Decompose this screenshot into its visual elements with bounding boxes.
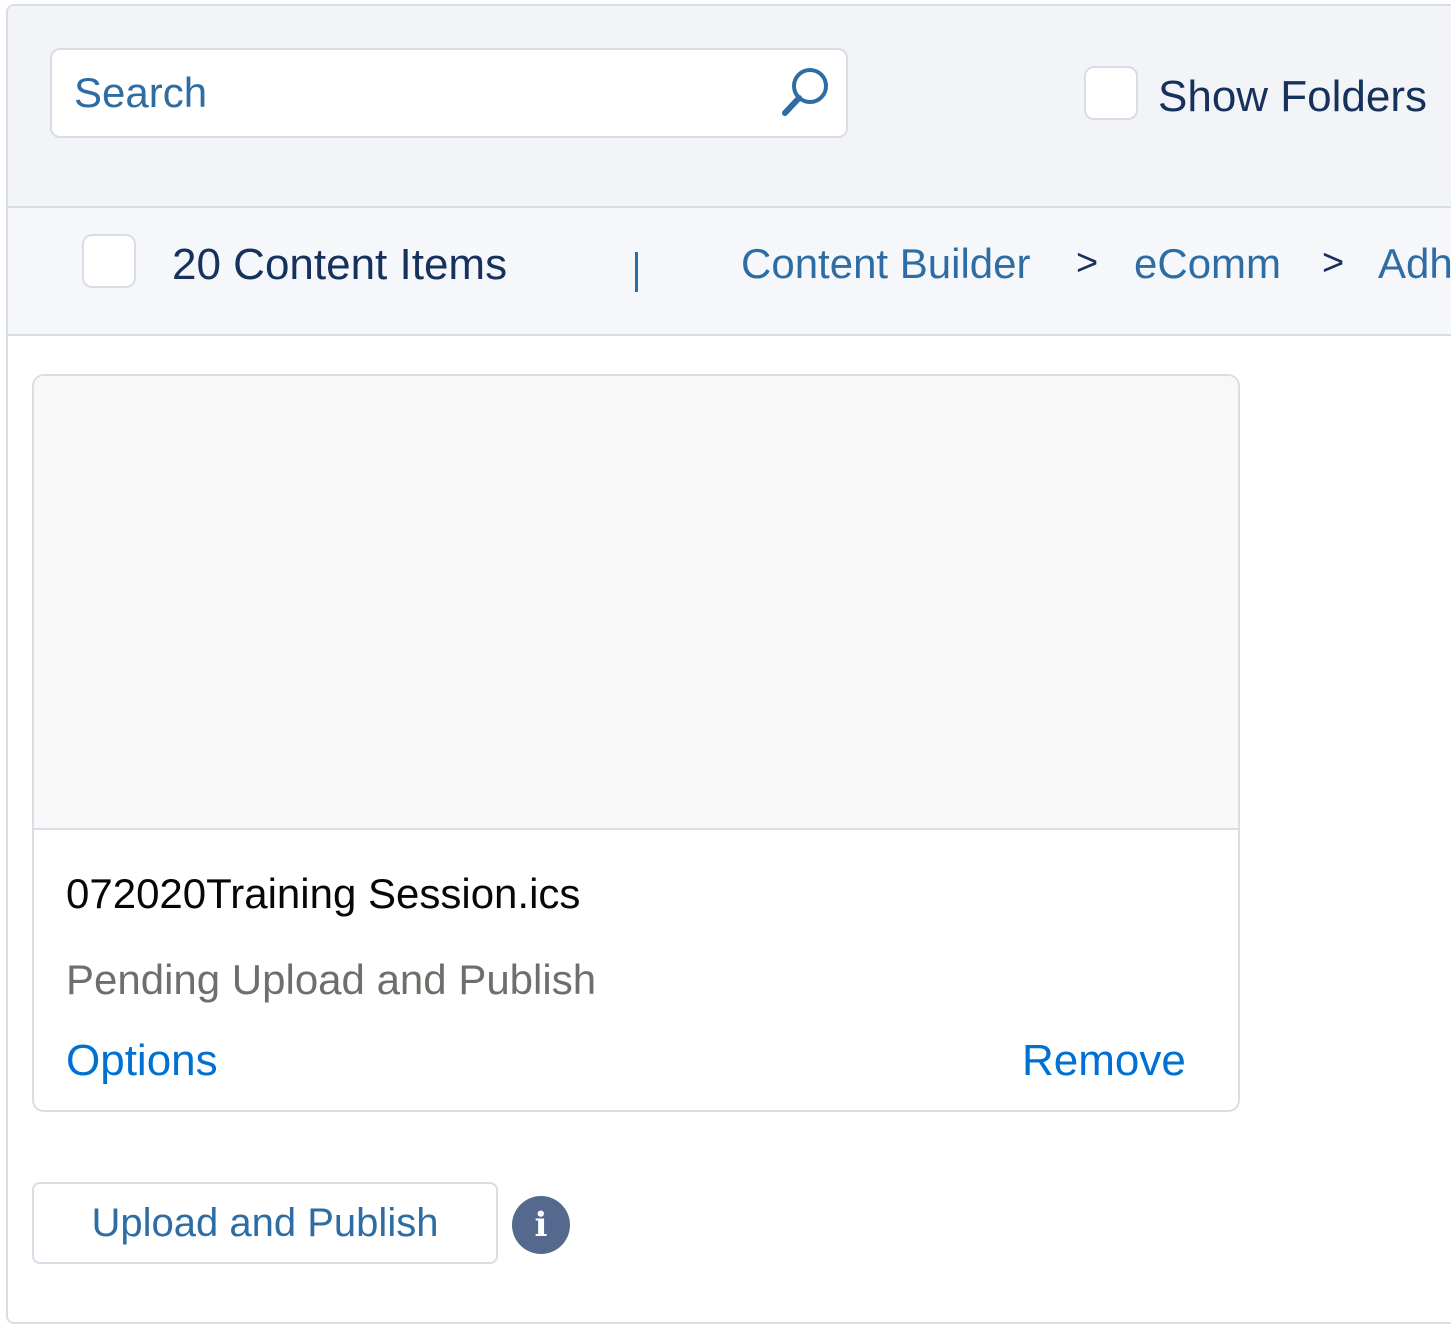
content-count-label: 20 Content Items [172,240,508,289]
file-name: 072020Training Session.ics [66,870,581,917]
content-item-card: 072020Training Session.ics Pending Uploa… [32,374,1240,1112]
breadcrumb-separator: > [1076,242,1099,284]
card-preview [34,376,1238,830]
search-icon[interactable] [778,64,834,120]
toolbar: Show Folders [8,6,1451,208]
show-folders-label: Show Folders [1158,72,1428,121]
select-all-checkbox[interactable] [82,234,136,288]
breadcrumb-item-adh[interactable]: Adh [1378,240,1451,288]
show-folders-checkbox[interactable] [1084,66,1138,120]
breadcrumb-item-ecomm[interactable]: eComm [1134,240,1281,288]
header-divider [635,252,638,292]
search-input[interactable] [52,50,774,136]
options-link[interactable]: Options [66,1036,218,1086]
info-icon[interactable]: i [512,1196,570,1254]
breadcrumb-item-content-builder[interactable]: Content Builder [741,240,1031,288]
search-box[interactable] [50,48,848,138]
upload-status: Pending Upload and Publish [66,956,597,1003]
breadcrumb-separator: > [1322,242,1345,284]
content-panel: Show Folders 20 Content Items Content Bu… [6,4,1451,1324]
upload-and-publish-button[interactable]: Upload and Publish [32,1182,498,1264]
content-subheader: 20 Content Items Content Builder > eComm… [8,208,1451,336]
remove-link[interactable]: Remove [1022,1036,1186,1086]
